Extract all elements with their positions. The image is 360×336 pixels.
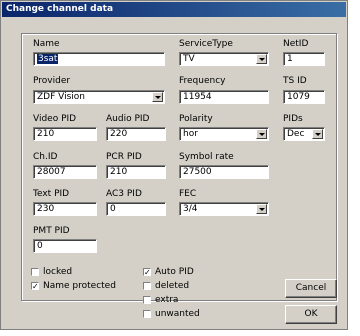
ts-id-label: TS ID <box>283 76 307 86</box>
checkbox-box[interactable] <box>31 268 39 276</box>
chevron-down-icon <box>256 129 267 139</box>
text-pid-label: Text PID <box>33 189 70 199</box>
ok-button[interactable]: OK <box>285 305 337 324</box>
video-pid-field[interactable]: 210 <box>33 127 97 141</box>
pmt-pid-label: PMT PID <box>33 226 70 236</box>
frequency-label: Frequency <box>179 76 226 86</box>
checkbox-box[interactable] <box>143 282 151 290</box>
text-pid-field[interactable]: 230 <box>33 202 97 216</box>
symbol-rate-label: Symbol rate <box>179 152 234 162</box>
chevron-down-icon <box>256 54 267 64</box>
service-type-label: ServiceType <box>179 39 233 49</box>
change-channel-dialog: Change channel data Name 3sat ServiceTyp… <box>0 0 348 330</box>
net-id-field[interactable]: 1 <box>283 52 325 66</box>
frequency-field[interactable]: 11954 <box>179 90 269 104</box>
pcr-pid-field[interactable]: 210 <box>106 165 166 179</box>
pmt-pid-field[interactable]: 0 <box>33 239 97 253</box>
provider-select[interactable]: ZDF Vision <box>33 90 165 104</box>
pcr-pid-label: PCR PID <box>106 152 142 162</box>
fec-select[interactable]: 3/4 <box>179 202 269 216</box>
video-pid-label: Video PID <box>33 114 77 124</box>
ch-id-label: Ch.ID <box>33 152 58 162</box>
chevron-down-icon <box>312 129 323 139</box>
fec-label: FEC <box>179 189 197 199</box>
audio-pid-field[interactable]: 220 <box>106 127 166 141</box>
chevron-down-icon <box>152 92 163 102</box>
cancel-button[interactable]: Cancel <box>285 279 337 298</box>
net-id-label: NetID <box>283 39 309 49</box>
name-field[interactable]: 3sat <box>33 52 165 66</box>
service-type-select[interactable]: TV <box>179 52 269 66</box>
checkbox-box[interactable]: ✓ <box>31 282 39 291</box>
symbol-rate-field[interactable]: 27500 <box>179 165 269 179</box>
polarity-label: Polarity <box>179 114 213 124</box>
unwanted-checkbox[interactable]: unwanted <box>143 309 200 319</box>
audio-pid-label: Audio PID <box>106 114 150 124</box>
name-protected-checkbox[interactable]: ✓ Name protected <box>31 281 116 291</box>
checkbox-box[interactable] <box>143 310 151 318</box>
ac3-pid-label: AC3 PID <box>106 189 142 199</box>
ts-id-field[interactable]: 1079 <box>283 90 325 104</box>
provider-label: Provider <box>33 76 71 86</box>
extra-checkbox[interactable]: extra <box>143 295 178 305</box>
auto-pid-checkbox[interactable]: ✓ Auto PID <box>143 267 194 277</box>
name-label: Name <box>33 39 60 49</box>
locked-checkbox[interactable]: locked <box>31 267 72 277</box>
dialog-title: Change channel data <box>2 2 346 17</box>
checkbox-box[interactable] <box>143 296 151 304</box>
deleted-checkbox[interactable]: deleted <box>143 281 189 291</box>
chevron-down-icon <box>256 204 267 214</box>
polarity-select[interactable]: hor <box>179 127 269 141</box>
ch-id-field[interactable]: 28007 <box>33 165 97 179</box>
pids-select[interactable]: Dec <box>283 127 325 141</box>
checkbox-box[interactable]: ✓ <box>143 268 151 277</box>
pids-label: PIDs <box>283 114 303 124</box>
ac3-pid-field[interactable]: 0 <box>106 202 166 216</box>
